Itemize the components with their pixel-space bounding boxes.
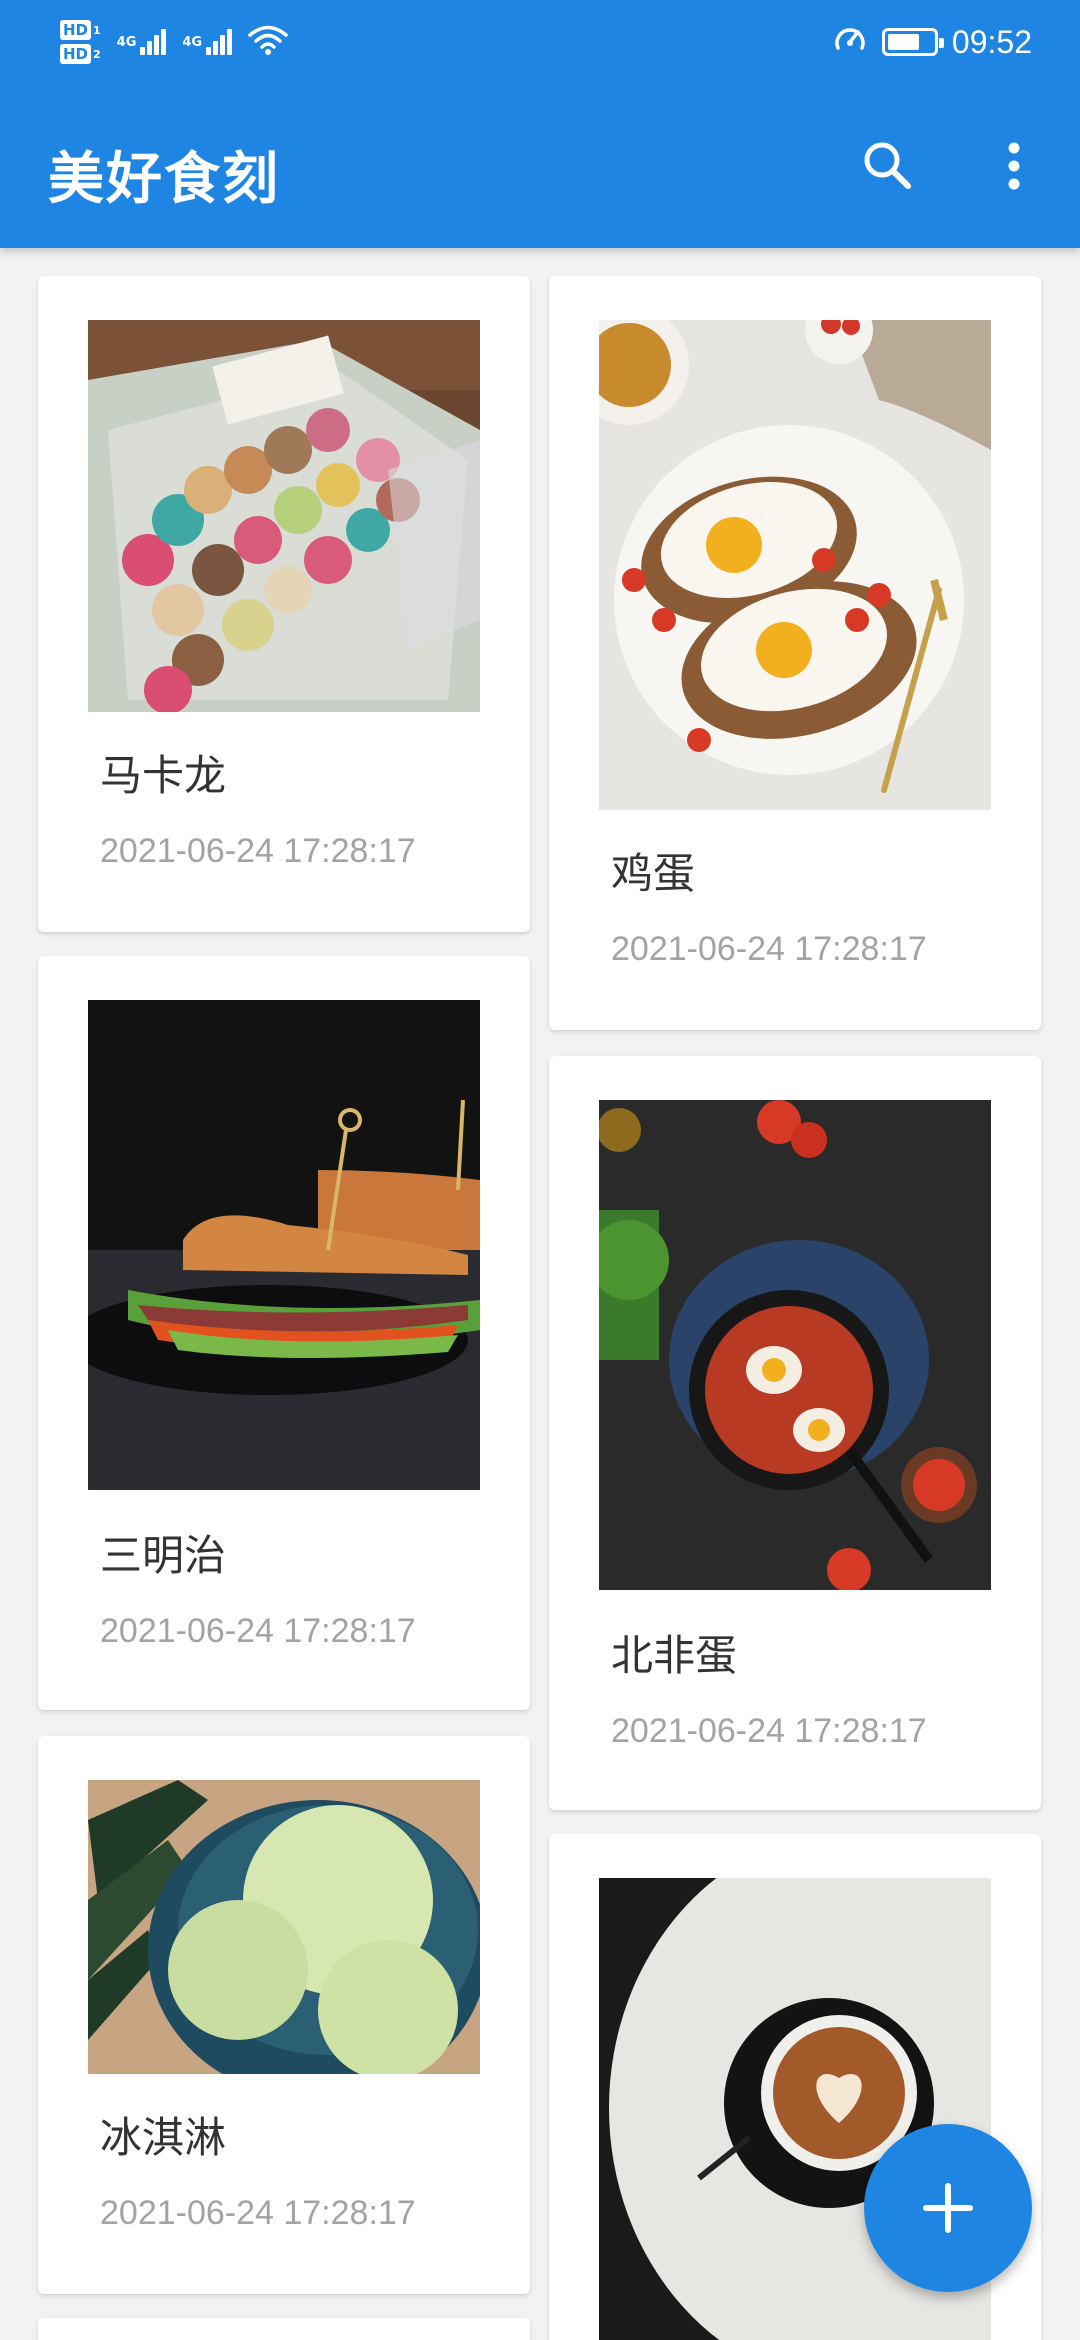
food-card[interactable]: 马卡龙 2021-06-24 17:28:17 bbox=[38, 276, 530, 932]
eggs-toast-photo bbox=[599, 320, 991, 810]
food-card[interactable]: 北非蛋 2021-06-24 17:28:17 bbox=[549, 1056, 1041, 1810]
add-button[interactable] bbox=[864, 2124, 1032, 2292]
more-options-button[interactable] bbox=[974, 126, 1054, 206]
search-button[interactable] bbox=[848, 126, 928, 206]
app-title: 美好食刻 bbox=[48, 147, 280, 212]
card-time: 2021-06-24 17:28:17 bbox=[100, 2194, 416, 2232]
app-bar: 美好食刻 bbox=[0, 84, 1080, 248]
card-time: 2021-06-24 17:28:17 bbox=[611, 1712, 927, 1750]
search-icon bbox=[864, 142, 911, 189]
sandwich-photo bbox=[88, 1000, 480, 1490]
shakshuka-photo bbox=[599, 1100, 991, 1590]
signal-icon-1: 4G bbox=[117, 29, 167, 55]
speed-gauge-icon bbox=[832, 22, 868, 62]
status-time: 09:52 bbox=[951, 23, 1032, 60]
header: HD 1 HD 2 4G 4G 09:52 美好食刻 bbox=[0, 0, 1080, 248]
food-card[interactable]: 冰淇淋 2021-06-24 17:28:17 bbox=[38, 1736, 530, 2294]
food-card[interactable]: 三明治 2021-06-24 17:28:17 bbox=[38, 956, 530, 1710]
ice-cream-photo bbox=[88, 1780, 480, 2074]
battery-icon bbox=[881, 28, 944, 56]
card-time: 2021-06-24 17:28:17 bbox=[100, 832, 416, 870]
wifi-icon bbox=[248, 24, 288, 60]
hd-indicator-1: HD 1 bbox=[60, 20, 101, 40]
card-title: 冰淇淋 bbox=[100, 2113, 227, 2162]
macarons-photo bbox=[88, 320, 480, 712]
card-title: 鸡蛋 bbox=[611, 849, 696, 898]
more-vert-icon bbox=[1008, 142, 1020, 190]
status-bar: HD 1 HD 2 4G 4G 09:52 bbox=[0, 0, 1080, 84]
food-card[interactable] bbox=[38, 2318, 530, 2340]
add-icon bbox=[923, 2183, 973, 2233]
card-title: 三明治 bbox=[100, 1531, 227, 1580]
card-title: 马卡龙 bbox=[100, 751, 227, 800]
hd-indicator-2: HD 2 bbox=[60, 44, 101, 64]
card-time: 2021-06-24 17:28:17 bbox=[611, 930, 927, 968]
status-left: HD 1 HD 2 4G 4G bbox=[60, 12, 288, 72]
card-time: 2021-06-24 17:28:17 bbox=[100, 1612, 416, 1650]
signal-icon-2: 4G bbox=[182, 29, 233, 55]
status-right: 09:52 bbox=[832, 12, 1032, 72]
food-card[interactable]: 鸡蛋 2021-06-24 17:28:17 bbox=[549, 276, 1041, 1030]
card-title: 北非蛋 bbox=[611, 1631, 738, 1680]
